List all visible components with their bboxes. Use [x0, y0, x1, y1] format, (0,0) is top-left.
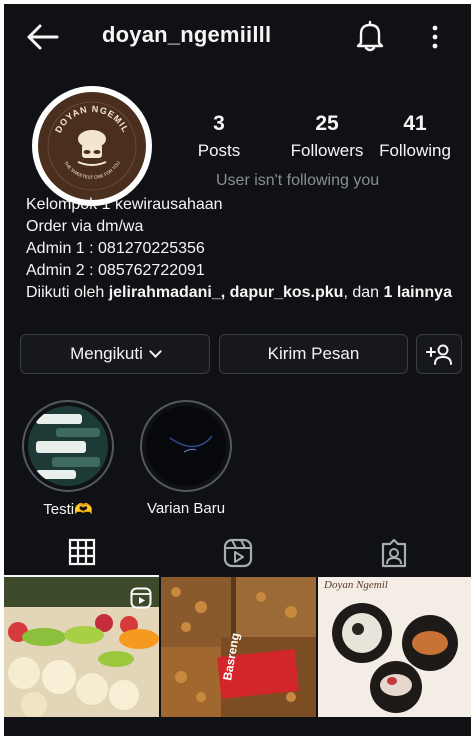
following-label: Following	[379, 141, 451, 160]
product-collage-image: Doyan Ngemil	[318, 577, 471, 717]
following-count: 41	[403, 112, 427, 135]
followed-by-text[interactable]: Diikuti oleh jelirahmadani_, dapur_kos.p…	[26, 282, 466, 304]
highlight-ring	[140, 400, 232, 492]
chevron-down-icon	[149, 344, 162, 358]
highlight-testi[interactable]: Testi🫶	[22, 400, 114, 518]
bio-line: Admin 1 : 081270225356	[26, 240, 205, 257]
bio-line: Kelompok 1 kewirausahaan	[26, 196, 223, 213]
snack-bags-image: Basreng	[161, 577, 316, 717]
tagged-icon	[381, 538, 406, 568]
followers-label: Followers	[290, 141, 364, 160]
highlight-label: Varian Baru	[146, 500, 226, 517]
reels-icon	[223, 538, 252, 568]
more-vertical-icon[interactable]	[425, 24, 445, 50]
followed-users[interactable]: jelirahmadani_, dapur_kos.pku	[109, 284, 344, 301]
tab-grid[interactable]	[4, 529, 159, 577]
bottom-strip	[4, 719, 471, 736]
following-stat[interactable]: 41 Following	[369, 112, 461, 161]
highlight-label: Testi🫶	[43, 501, 93, 518]
top-bar: doyan_ngemiilll	[4, 4, 471, 68]
following-button[interactable]: Mengikuti	[20, 334, 210, 374]
followers-count: 25	[315, 112, 339, 135]
tab-tagged[interactable]	[316, 529, 471, 577]
followers-stat[interactable]: 25 Followers	[272, 112, 382, 161]
profile-username: doyan_ngemiilll	[102, 22, 272, 47]
logo-graphic: DOYAN NGEMIL THE SWEETEST ONE FOR YOU	[40, 94, 144, 198]
bio-line: Order via dm/wa	[26, 218, 144, 235]
highlight-ring	[22, 400, 114, 492]
highlight-thumbnail-chat	[28, 406, 108, 486]
follow-status-text: User isn't following you	[216, 172, 380, 189]
followed-mid: , dan	[343, 284, 384, 301]
profile-tabs	[4, 529, 471, 579]
post-thumbnail-snacks[interactable]: Basreng	[161, 577, 316, 717]
message-button-label: Kirim Pesan	[267, 344, 360, 363]
highlight-varian-baru[interactable]: Varian Baru	[140, 400, 232, 517]
grid-icon	[68, 538, 95, 566]
posts-stat[interactable]: 3 Posts	[184, 112, 254, 161]
back-arrow-icon[interactable]	[24, 22, 60, 52]
collage-brand-text: Doyan Ngemil	[323, 579, 388, 591]
post-grid: Basreng Doyan Ngemil	[4, 577, 471, 719]
posts-label: Posts	[197, 141, 241, 160]
doyan-ngemil-logo: DOYAN NGEMIL THE SWEETEST ONE FOR YOU	[38, 92, 146, 200]
message-button[interactable]: Kirim Pesan	[219, 334, 408, 374]
profile-avatar[interactable]: DOYAN NGEMIL THE SWEETEST ONE FOR YOU	[32, 86, 152, 206]
post-thumbnail-products[interactable]: Doyan Ngemil	[318, 577, 471, 717]
reels-badge-icon	[130, 587, 152, 609]
tab-reels[interactable]	[160, 529, 315, 577]
add-person-icon	[426, 344, 452, 365]
posts-count: 3	[213, 112, 225, 135]
followed-prefix: Diikuti oleh	[26, 284, 109, 301]
profile-bio: Kelompok 1 kewirausahaan Order via dm/wa…	[26, 194, 466, 304]
post-thumbnail-reel[interactable]	[4, 577, 159, 717]
bio-line: Admin 2 : 085762722091	[26, 262, 205, 279]
add-person-button[interactable]	[416, 334, 462, 374]
highlight-thumbnail-dark	[146, 406, 226, 486]
followed-more[interactable]: 1 lainnya	[383, 284, 451, 301]
bell-icon[interactable]	[355, 20, 385, 52]
profile-screen: doyan_ngemiilll DOYAN NGEMIL THE SWEETES…	[4, 4, 471, 736]
following-button-label: Mengikuti	[70, 344, 143, 363]
